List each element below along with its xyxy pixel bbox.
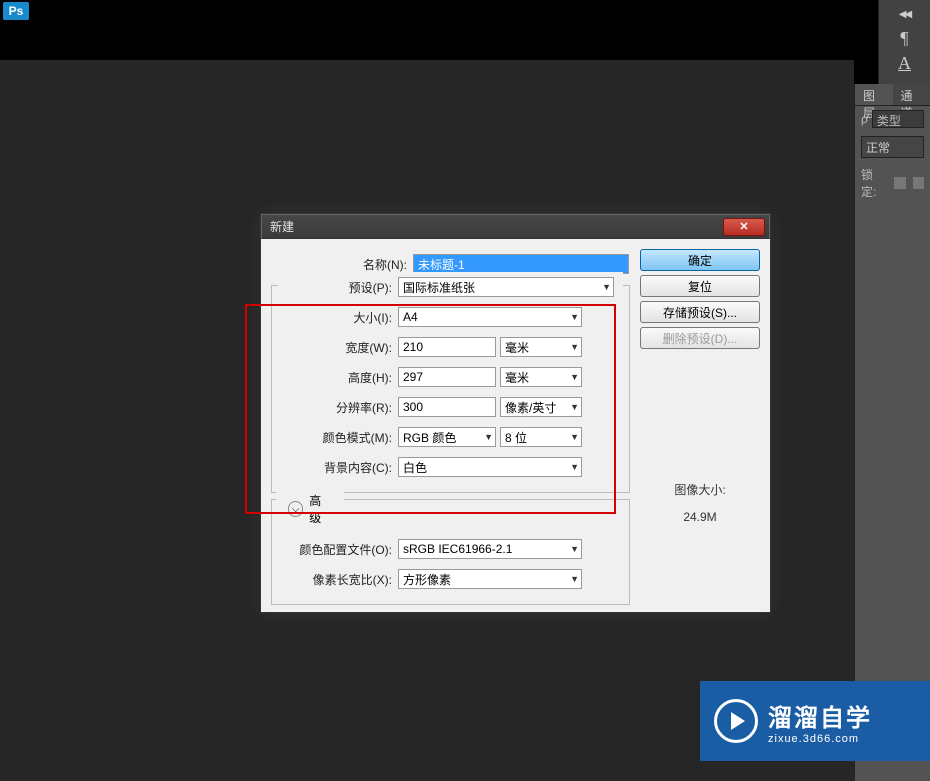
width-label: 宽度(W):	[278, 339, 398, 356]
lock-pixels-icon[interactable]	[894, 177, 905, 189]
height-label: 高度(H):	[278, 369, 398, 386]
expand-panel-icon[interactable]: ◀◀	[899, 9, 910, 20]
watermark-title: 溜溜自学	[768, 698, 872, 733]
blend-mode-select[interactable]: 正常	[861, 136, 924, 158]
bg-label: 背景内容(C):	[278, 459, 398, 476]
bg-select[interactable]: 白色▼	[398, 457, 582, 477]
lock-position-icon[interactable]	[913, 177, 924, 189]
close-icon: ✕	[739, 220, 748, 233]
tab-channels[interactable]: 通道	[893, 84, 930, 105]
mode-select[interactable]: RGB 颜色▼	[398, 427, 496, 447]
kind-filter-select[interactable]: 类型	[872, 110, 924, 128]
character-panel-icon[interactable]: A	[898, 53, 911, 74]
save-preset-button[interactable]: 存储预设(S)...	[640, 301, 760, 323]
app-logo: Ps	[3, 2, 29, 20]
dialog-title: 新建	[270, 218, 294, 235]
ok-button[interactable]: 确定	[640, 249, 760, 271]
resolution-input[interactable]	[398, 397, 496, 417]
width-unit-select[interactable]: 毫米▼	[500, 337, 582, 357]
resolution-unit-select[interactable]: 像素/英寸▼	[500, 397, 582, 417]
reset-button[interactable]: 复位	[640, 275, 760, 297]
mode-label: 颜色模式(M):	[278, 429, 398, 446]
layers-panel: 图层 通道 ρ 类型 正常 锁定:	[854, 84, 930, 781]
tab-layers[interactable]: 图层	[855, 84, 893, 105]
image-size-value: 24.9M	[640, 506, 760, 528]
preset-label: 预设(P):	[278, 279, 398, 296]
delete-preset-button: 删除预设(D)...	[640, 327, 760, 349]
height-unit-select[interactable]: 毫米▼	[500, 367, 582, 387]
dialog-titlebar[interactable]: 新建 ✕	[261, 214, 770, 239]
size-label: 大小(I):	[278, 309, 398, 326]
play-icon	[714, 699, 758, 743]
watermark-logo: 溜溜自学 zixue.3d66.com	[700, 681, 930, 761]
height-input[interactable]	[398, 367, 496, 387]
preset-select[interactable]: 国际标准纸张▼	[398, 277, 614, 297]
aspect-select[interactable]: 方形像素▼	[398, 569, 582, 589]
aspect-label: 像素长宽比(X):	[278, 571, 398, 588]
paragraph-panel-icon[interactable]: ¶	[900, 28, 908, 49]
preset-fieldset: 预设(P): 国际标准纸张▼ 大小(I): A4▼ 宽度(W): 毫米▼	[271, 285, 630, 493]
close-button[interactable]: ✕	[723, 218, 765, 236]
watermark-url: zixue.3d66.com	[768, 733, 872, 745]
profile-label: 颜色配置文件(O):	[278, 541, 398, 558]
image-size-title: 图像大小:	[640, 477, 760, 502]
advanced-label: 高级	[309, 492, 332, 526]
size-select[interactable]: A4▼	[398, 307, 582, 327]
lock-label: 锁定:	[861, 166, 887, 200]
name-input[interactable]	[413, 254, 629, 274]
new-document-dialog: 新建 ✕ 名称(N): 预设(P): 国际标准纸张▼ 大小(I):	[260, 213, 771, 613]
resolution-label: 分辨率(R):	[278, 399, 398, 416]
name-label: 名称(N):	[269, 256, 413, 273]
search-icon[interactable]: ρ	[861, 112, 868, 126]
advanced-toggle-icon[interactable]: ⌵	[288, 501, 303, 517]
profile-select[interactable]: sRGB IEC61966-2.1▼	[398, 539, 582, 559]
advanced-fieldset: ⌵ 高级 颜色配置文件(O): sRGB IEC61966-2.1▼ 像素长宽比…	[271, 499, 630, 605]
width-input[interactable]	[398, 337, 496, 357]
depth-select[interactable]: 8 位▼	[500, 427, 582, 447]
collapsed-panel-strip[interactable]: ◀◀ ¶ A	[878, 0, 930, 84]
